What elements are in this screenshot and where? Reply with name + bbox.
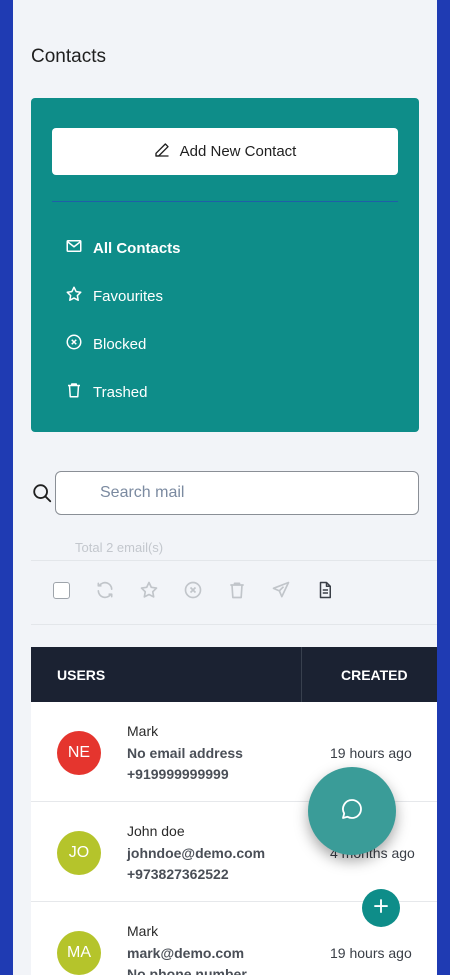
divider [31,624,437,625]
contact-phone: No phone number [127,966,247,975]
trash-icon[interactable] [227,580,247,600]
sidebar-item-favourites[interactable]: Favourites [65,285,163,307]
document-icon[interactable] [315,580,335,600]
total-count-text: Total 2 email(s) [75,540,164,555]
contact-created: 19 hours ago [330,945,412,961]
send-icon[interactable] [271,580,291,600]
add-new-contact-button[interactable]: Add New Contact [52,128,398,175]
contact-name: Mark [127,723,159,739]
column-header-created[interactable]: CREATED [341,667,408,683]
search-input[interactable] [55,471,419,515]
sidebar-item-all-contacts[interactable]: All Contacts [65,237,181,259]
mail-icon [65,237,83,259]
avatar: NE [57,731,101,775]
search-icon[interactable] [31,482,53,504]
add-new-contact-label: Add New Contact [179,143,297,160]
avatar: MA [57,931,101,975]
sidebar-item-label: Trashed [93,383,148,401]
column-separator [301,647,302,702]
chat-fab-button[interactable] [308,767,396,855]
contacts-panel: Contacts Add New Contact All Contacts Fa… [13,0,437,975]
block-icon[interactable] [183,580,203,600]
chat-bubble-icon [340,797,364,826]
menu-divider [52,201,398,202]
contact-email: johndoe@demo.com [127,845,266,861]
list-toolbar [51,580,335,600]
sidebar-item-blocked[interactable]: Blocked [65,333,146,355]
pencil-icon [154,142,170,162]
sidebar-item-label: All Contacts [93,239,181,257]
contacts-menu-card: Add New Contact All Contacts Favourites … [31,98,419,432]
add-fab-button[interactable] [362,889,400,927]
select-all-checkbox[interactable] [51,580,71,600]
contact-name: John doe [127,823,185,839]
contact-created: 19 hours ago [330,745,412,761]
refresh-icon[interactable] [95,580,115,600]
contact-phone: +973827362522 [127,866,229,882]
column-header-users[interactable]: USERS [57,667,105,683]
avatar: JO [57,831,101,875]
page-title: Contacts [31,46,106,67]
table-header: USERS CREATED [31,647,437,702]
contact-email: No email address [127,745,243,761]
plus-icon [372,897,390,920]
star-icon[interactable] [139,580,159,600]
contact-email: mark@demo.com [127,945,245,961]
contact-name: Mark [127,923,159,939]
sidebar-item-label: Favourites [93,287,164,305]
trash-icon [65,381,83,403]
sidebar-item-trashed[interactable]: Trashed [65,381,147,403]
circle-x-icon [65,333,83,355]
sidebar-item-label: Blocked [93,335,147,353]
divider [31,560,437,561]
star-icon [65,285,83,307]
contact-phone: +919999999999 [127,766,229,782]
